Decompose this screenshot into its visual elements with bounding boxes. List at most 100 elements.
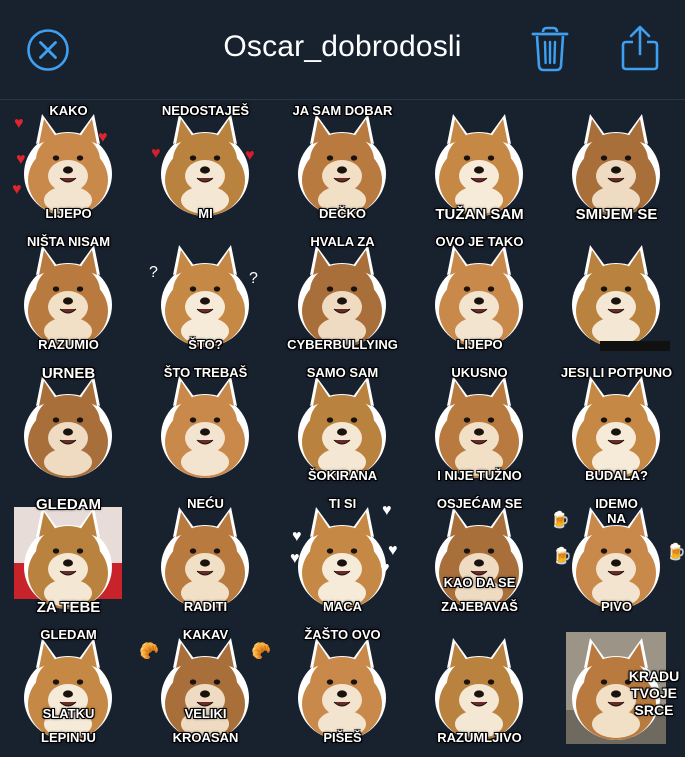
heart-icon: ♥ [16,151,26,168]
shiba-sticker-image [24,376,112,478]
sticker-caption: NEĆU [187,496,224,511]
croissant-icon: 🥐 [139,643,159,660]
sticker-cell[interactable]: KRADU TVOJE SRCE [548,624,685,754]
sticker-cell[interactable]: URNEB [0,362,137,492]
sticker-caption: BUDALA? [585,468,648,483]
shiba-sticker-image [435,507,523,609]
broken-heart-icon: ♥ [245,147,255,164]
sticker-caption: GLEDAM [40,627,97,642]
shiba-sticker-image [14,507,122,609]
shiba-sticker-image [298,245,386,347]
sticker-caption: I NIJE TUŽNO [437,468,522,483]
sticker-caption: HVALA ZA [310,234,375,249]
heart-icon: ♥ [14,115,24,132]
shiba-sticker-image [572,376,660,478]
sticker-caption: VELIKI [184,706,227,721]
sticker-cell[interactable]: OSJEĆAM SE KAO DA SE ZAJEBAVAŠ [411,493,548,623]
page-title: Oscar_dobrodosli [223,30,462,63]
shiba-sticker-image [435,376,523,478]
sticker-cell[interactable]: ŠTO??? [137,231,274,361]
heart-icon: ♥ [292,528,302,545]
sticker-cell[interactable]: KAKO LIJEPO ♥ ♥ ♥ ♥ [0,100,137,230]
sticker-cell[interactable]: GLEDAM SLATKU LEPINJU [0,624,137,754]
beer-icon: 🍺 [666,544,685,561]
sticker-caption: GLEDAM [36,496,101,513]
sticker-caption: RAZUMLJIVO [437,730,522,745]
sticker-caption: KROASAN [172,730,239,745]
heart-icon: ♥ [388,542,398,559]
sticker-caption: ZAJEBAVAŠ [441,599,518,614]
shiba-sticker-image [572,245,660,347]
sticker-caption: ZA TEBE [36,599,101,616]
sticker-caption: PIŠEŠ [323,730,362,745]
sticker-cell[interactable]: UKUSNO I NIJE TUŽNO [411,362,548,492]
broken-heart-icon: ♥ [151,145,161,162]
top-bar: Oscar_dobrodosli [0,0,685,100]
shiba-sticker-image [161,638,249,740]
beer-icon: 🍺 [550,512,570,529]
sticker-caption: MACA [323,599,362,614]
share-icon [621,25,659,71]
beer-icon: 🍺 [552,548,572,565]
sticker-cell[interactable]: SAMO SAM ŠOKIRANA [274,362,411,492]
sticker-caption: LIJEPO [45,206,92,221]
censor-bar [600,341,670,351]
share-button[interactable] [620,24,660,72]
shiba-sticker-image [435,114,523,216]
sticker-caption: TUŽAN SAM [435,206,524,223]
sticker-caption: CYBERBULLYING [287,337,398,352]
sticker-cell[interactable]: OVO JE TAKO LIJEPO [411,231,548,361]
sticker-caption: ŽAŠTO OVO [304,627,381,642]
sticker-cell[interactable]: NEDOSTAJEŠ MI ♥ ♥ [137,100,274,230]
sticker-caption: ŠTO? [188,337,223,352]
sticker-cell[interactable]: GLEDAM ZA TEBE [0,493,137,623]
sticker-caption: SAMO SAM [306,365,379,380]
sticker-caption: DEČKO [319,206,366,221]
sticker-caption: RADITI [183,599,228,614]
sticker-cell[interactable]: NEĆU RADITI [137,493,274,623]
trash-icon [531,26,569,72]
sticker-cell[interactable]: SMIJEM SE [548,100,685,230]
sticker-caption: OVO JE TAKO [435,234,524,249]
sticker-caption: UKUSNO [451,365,508,380]
shiba-sticker-image [24,245,112,347]
shiba-sticker-image [435,245,523,347]
sticker-caption: RAZUMIO [38,337,99,352]
sticker-cell[interactable]: ŠTO TREBAŠ [137,362,274,492]
sticker-cell[interactable]: HVALA ZA CYBERBULLYING [274,231,411,361]
sticker-cell[interactable]: JA SAM DOBAR DEČKO [274,100,411,230]
sticker-caption: SMIJEM SE [575,206,658,223]
sticker-grid: KAKO LIJEPO ♥ ♥ ♥ ♥ NEDOSTAJEŠ MI ♥ ♥ JA SAM DOBAR… [0,100,685,757]
sticker-cell[interactable]: NIŠTA NISAM RAZUMIO [0,231,137,361]
sticker-cell[interactable]: IDEMO NA PIVO 🍺 🍺 🍺 [548,493,685,623]
sticker-caption: IDEMO [595,496,638,511]
sticker-caption: JESI LI POTPUNO [560,365,673,380]
sticker-cell[interactable]: KAKAV VELIKI KROASAN 🥐 🥐 [137,624,274,754]
delete-button[interactable] [530,26,570,72]
sticker-cell[interactable]: TI SI MACA ♥ ♥ ♥ ♥ ♥ [274,493,411,623]
sticker-cell[interactable]: RAZUMLJIVO [411,624,548,754]
question-mark-icon: ? [249,270,258,287]
shiba-sticker-image [298,638,386,740]
sticker-caption: ŠTO TREBAŠ [163,365,248,380]
shiba-sticker-image [24,114,112,216]
shiba-sticker-image [298,507,386,609]
sticker-caption: MI [198,206,213,221]
sticker-cell[interactable]: TUŽAN SAM [411,100,548,230]
sticker-caption: NIŠTA NISAM [26,234,111,249]
sticker-caption: OSJEĆAM SE [436,496,523,511]
croissant-icon: 🥐 [251,643,271,660]
sticker-caption: NEDOSTAJEŠ [161,103,250,118]
sticker-cell[interactable] [548,231,685,361]
heart-icon: ♥ [98,129,108,146]
shiba-sticker-image [161,376,249,478]
sticker-cell[interactable]: ŽAŠTO OVO PIŠEŠ [274,624,411,754]
shiba-sticker-image [435,638,523,740]
sticker-caption: PIVO [600,599,633,614]
sticker-caption: LEPINJU [41,730,96,745]
sticker-caption: KAKAV [182,627,229,642]
sticker-cell[interactable]: JESI LI POTPUNO BUDALA? [548,362,685,492]
sticker-caption: SLATKU [42,706,95,721]
sticker-caption: LIJEPO [456,337,503,352]
shiba-sticker-image [161,245,249,347]
